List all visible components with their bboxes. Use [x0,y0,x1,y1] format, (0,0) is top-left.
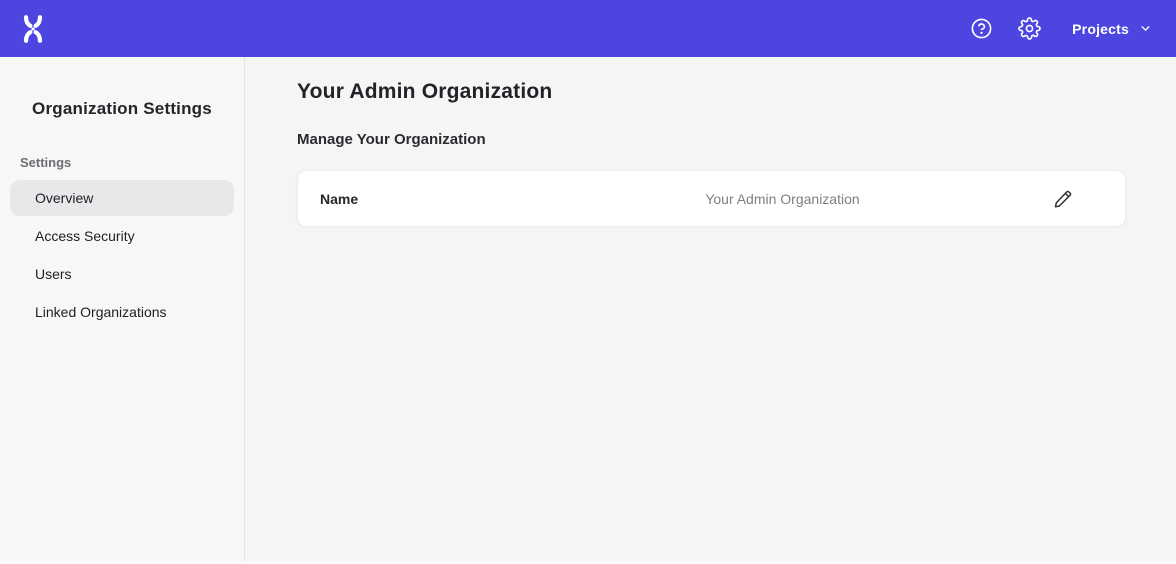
page-title: Your Admin Organization [297,80,1126,104]
x-logo-icon[interactable] [18,14,48,44]
projects-label: Projects [1072,21,1129,37]
sidebar-section-label: Settings [20,155,244,170]
sidebar-item-linked-organizations[interactable]: Linked Organizations [10,294,234,330]
pencil-icon[interactable] [1045,181,1081,217]
name-field-label: Name [320,191,520,207]
settings-sidebar: Organization Settings Settings OverviewA… [0,57,245,564]
sidebar-item-users[interactable]: Users [10,256,234,292]
help-circle-icon[interactable] [964,12,998,46]
section-title: Manage Your Organization [297,131,1126,148]
sidebar-item-access-security[interactable]: Access Security [10,218,234,254]
gear-icon[interactable] [1012,12,1046,46]
sidebar-title: Organization Settings [0,99,244,119]
name-field-value: Your Admin Organization [520,191,1045,207]
chevron-down-icon [1139,22,1152,35]
main-content: Your Admin Organization Manage Your Orga… [245,57,1176,564]
page-layout: Organization Settings Settings OverviewA… [0,57,1176,564]
sidebar-nav: OverviewAccess SecurityUsersLinked Organ… [0,180,244,330]
topbar-actions: Projects [964,12,1152,46]
projects-dropdown-button[interactable]: Projects [1072,21,1152,37]
organization-name-card: Name Your Admin Organization [297,170,1126,227]
top-navigation-bar: Projects [0,0,1176,57]
sidebar-item-overview[interactable]: Overview [10,180,234,216]
